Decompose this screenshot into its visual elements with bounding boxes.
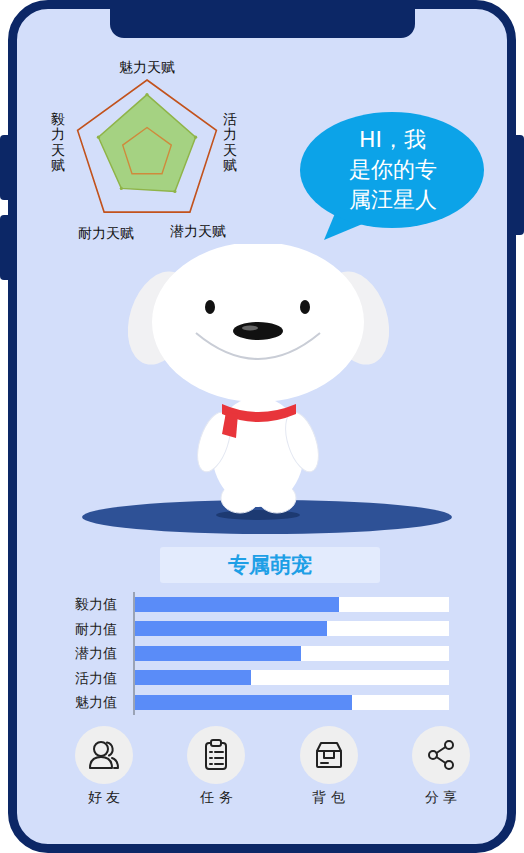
stat-row: 魅力值: [17, 690, 507, 715]
bubble-line: 属汪星人: [349, 185, 437, 215]
bubble-line: 是你的专: [349, 155, 437, 185]
radar-series: [98, 95, 195, 192]
stat-axis: [133, 666, 449, 691]
stat-axis: [133, 641, 449, 666]
stat-track: [135, 621, 449, 636]
radar-inner-ring: [123, 128, 172, 174]
radar-axis-label: 毅力天赋: [51, 112, 65, 174]
radar-outer-ring: [78, 80, 217, 212]
stat-row: 活力值: [17, 666, 507, 691]
nav-button[interactable]: 分 享: [401, 726, 481, 806]
nav-icon-circle[interactable]: [412, 726, 470, 784]
dog-mascot-icon: [80, 244, 455, 540]
stat-axis: [133, 690, 449, 715]
stat-bars: 毅力值耐力值潜力值活力值魅力值: [17, 592, 507, 715]
nav-button[interactable]: 好 友: [64, 726, 144, 806]
bubble-text: HI，我是你的专属汪星人: [300, 110, 485, 230]
nav-label[interactable]: 好 友: [88, 788, 120, 806]
section-title: 专属萌宠: [160, 547, 380, 583]
stat-label: 毅力值: [75, 592, 120, 617]
stat-row: 潜力值: [17, 641, 507, 666]
radar-axis-label: 魅力天赋: [119, 59, 175, 75]
speech-bubble: HI，我是你的专属汪星人: [300, 110, 485, 240]
stat-fill: [135, 621, 327, 636]
notch: [110, 0, 415, 38]
stat-label: 魅力值: [75, 690, 120, 715]
stat-fill: [135, 695, 352, 710]
screen: 魅力天赋活力天赋潜力天赋 耐力天赋 毅力天赋 HI，我是你的专属汪星人专属萌宠毅力值耐…: [8, 0, 516, 853]
nav-button[interactable]: 背 包: [289, 726, 369, 806]
stat-track: [135, 695, 449, 710]
stat-fill: [135, 646, 301, 661]
stat-fill: [135, 670, 251, 685]
radar-chart: 魅力天赋活力天赋潜力天赋 耐力天赋 毅力天赋: [40, 55, 250, 245]
stat-axis: [133, 617, 449, 642]
nav-icon-circle[interactable]: [300, 726, 358, 784]
nav-button[interactable]: 任 务: [176, 726, 256, 806]
share-icon[interactable]: [423, 737, 459, 773]
stat-track: [135, 670, 449, 685]
top-row: 魅力天赋活力天赋潜力天赋 耐力天赋 毅力天赋 HI，我是你的专属汪星人: [17, 9, 507, 244]
stat-axis: [133, 592, 449, 617]
side-button: [515, 135, 524, 235]
backpack-box-icon[interactable]: [311, 737, 347, 773]
stat-track: [135, 597, 449, 612]
nav-label[interactable]: 任 务: [200, 788, 232, 806]
radar-point: [194, 136, 197, 139]
nav-icon-circle[interactable]: [75, 726, 133, 784]
stat-label: 活力值: [75, 666, 120, 691]
side-button: [0, 135, 9, 200]
side-button: [0, 215, 9, 280]
radar-point: [97, 136, 100, 139]
friends-icon[interactable]: [86, 737, 122, 773]
nav-label[interactable]: 分 享: [425, 788, 457, 806]
radar-axis-label: 活力天赋: [223, 112, 237, 174]
stat-label: 潜力值: [75, 641, 120, 666]
stat-track: [135, 646, 449, 661]
radar-point: [173, 190, 176, 193]
radar-axis-label: 潜力天赋: [170, 223, 226, 239]
radar-point: [120, 187, 123, 190]
radar-axis-label: 耐力天赋: [78, 225, 134, 241]
phone: 魅力天赋活力天赋潜力天赋 耐力天赋 毅力天赋 HI，我是你的专属汪星人专属萌宠毅力值耐…: [0, 0, 524, 853]
radar-point: [145, 93, 148, 96]
stat-fill: [135, 597, 339, 612]
stat-row: 耐力值: [17, 617, 507, 642]
bottom-nav: 好 友任 务背 包分 享: [17, 726, 507, 806]
nav-label[interactable]: 背 包: [312, 788, 344, 806]
stat-label: 耐力值: [75, 617, 120, 642]
task-clipboard-icon[interactable]: [198, 737, 234, 773]
radar-plot: [40, 55, 250, 245]
bubble-line: HI，我: [359, 125, 426, 155]
nav-icon-circle[interactable]: [187, 726, 245, 784]
stat-row: 毅力值: [17, 592, 507, 617]
